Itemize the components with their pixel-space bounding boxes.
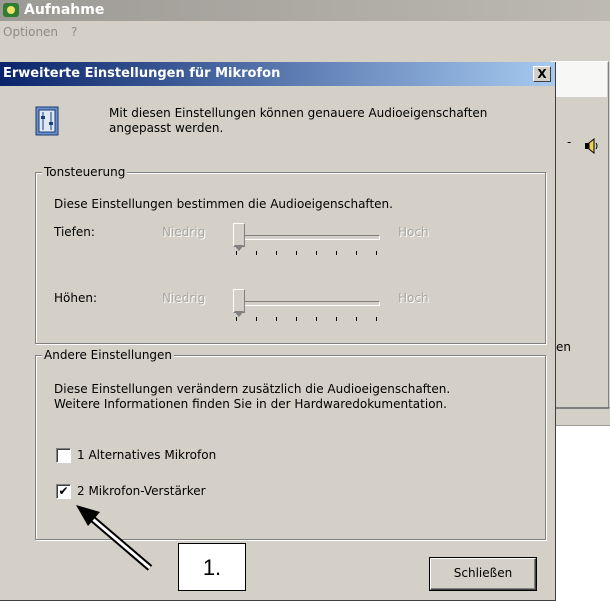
bass-label: Tiefen: [54,225,95,239]
tone-control-group: Tonsteuerung Diese Einstellungen bestimm… [35,165,546,344]
mic-boost-label: 2 Mikrofon-Verstärker [77,484,206,498]
dialog-title: Erweiterte Einstellungen für Mikrofon [3,66,281,81]
bass-low-label: Niedrig [162,225,206,239]
alt-mic-checkbox[interactable] [56,448,71,463]
other-group-label: Andere Einstellungen [42,348,175,362]
other-description-line1: Diese Einstellungen verändern zusätzlich… [54,382,451,396]
background-partial-text: en [556,340,571,354]
close-button[interactable]: X [533,66,551,82]
close-dialog-button[interactable]: Schließen [429,557,537,591]
mic-boost-checkbox[interactable]: ✔ [56,484,71,499]
other-settings-group: Andere Einstellungen Diese Einstellungen… [35,348,546,540]
treble-slider-ticks [236,317,381,323]
other-description-line2: Weitere Informationen finden Sie in der … [54,397,447,411]
background-panel [551,61,609,409]
tone-description: Diese Einstellungen bestimmen die Audioe… [54,197,393,211]
dialog-titlebar[interactable]: Erweiterte Einstellungen für Mikrofon X [0,62,555,86]
menu-help[interactable]: ? [71,22,77,42]
bass-slider-ticks [236,251,381,257]
background-window-titlebar[interactable]: Aufnahme [0,0,610,21]
treble-slider-track [233,301,380,306]
treble-slider-thumb[interactable] [233,289,245,317]
bass-high-label: Hoch [398,225,429,239]
speaker-icon[interactable] [583,138,599,154]
advanced-settings-dialog: Erweiterte Einstellungen für Mikrofon X … [0,62,556,601]
step-callout: 1. [178,543,246,591]
bass-slider-thumb[interactable] [233,223,245,251]
menubar: Optionen ? [0,21,610,41]
treble-slider[interactable] [233,289,383,325]
treble-low-label: Niedrig [162,291,206,305]
app-icon [3,3,19,17]
bass-slider-track [233,235,380,240]
menu-optionen[interactable]: Optionen [3,22,58,42]
alt-mic-label: 1 Alternatives Mikrofon [77,448,217,462]
tone-group-label: Tonsteuerung [42,165,128,179]
checkbox-row-alt-mic[interactable]: 1 Alternatives Mikrofon [56,448,356,464]
background-window-title: Aufnahme [24,2,105,18]
background-partial-arrow: - [567,135,572,149]
bass-slider[interactable] [233,223,383,259]
properties-icon [35,106,59,136]
treble-label: Höhen: [54,291,98,305]
checkbox-row-mic-boost[interactable]: ✔ 2 Mikrofon-Verstärker [56,484,356,500]
treble-high-label: Hoch [398,291,429,305]
intro-text: Mit diesen Einstellungen können genauere… [109,106,488,135]
